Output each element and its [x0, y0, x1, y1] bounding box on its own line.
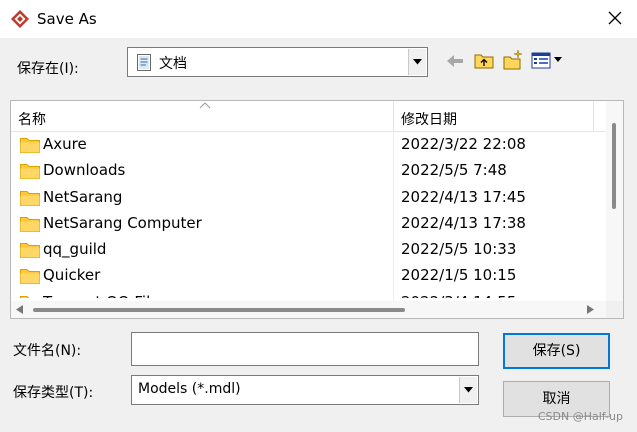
window-title: Save As	[37, 10, 97, 28]
document-folder-icon	[137, 54, 151, 71]
filetype-dropdown[interactable]: Models (*.mdl)	[131, 375, 479, 405]
close-icon[interactable]	[606, 9, 624, 27]
horizontal-scroll-thumb[interactable]	[33, 308, 405, 312]
file-name: qq_guild	[43, 240, 107, 259]
save-in-value: 文档	[159, 56, 187, 72]
file-name: Tencent QQ Files	[43, 293, 167, 298]
chevron-down-icon	[464, 387, 473, 393]
folder-icon	[20, 216, 40, 232]
file-date: 2022/5/5 7:48	[401, 161, 507, 180]
file-row[interactable]: Axure 2022/3/22 22:08	[11, 132, 607, 158]
file-name: NetSarang	[43, 187, 123, 206]
scroll-left-icon[interactable]	[16, 305, 23, 314]
vertical-scrollbar[interactable]	[606, 101, 623, 301]
column-header-date[interactable]: 修改日期	[401, 109, 457, 129]
filetype-dropdown-button[interactable]	[459, 377, 477, 403]
filename-input[interactable]	[131, 332, 479, 366]
chevron-down-icon	[413, 59, 422, 65]
back-arrow-icon[interactable]	[444, 50, 466, 72]
save-in-label: 保存在(I):	[17, 61, 79, 77]
file-date: 2022/4/13 17:38	[401, 213, 526, 232]
app-icon	[11, 10, 29, 28]
column-header-name[interactable]: 名称	[18, 109, 46, 129]
list-header: 名称 修改日期	[11, 101, 607, 132]
watermark: CSDN @Half-up	[537, 410, 623, 423]
file-date: 2022/3/22 22:08	[401, 135, 526, 153]
file-row[interactable]: Tencent QQ Files 2022/3/4 14:55	[11, 290, 607, 298]
save-in-dropdown[interactable]: 文档	[127, 47, 428, 77]
file-row[interactable]: Downloads 2022/5/5 7:48	[11, 158, 607, 184]
scroll-right-icon[interactable]	[587, 305, 594, 314]
column-divider[interactable]	[593, 101, 594, 131]
folder-icon	[20, 269, 40, 285]
file-row[interactable]: qq_guild 2022/5/5 10:33	[11, 237, 607, 263]
title-bar: Save As	[0, 0, 637, 38]
file-date: 2022/3/4 14:55	[401, 293, 516, 298]
new-folder-icon[interactable]	[502, 49, 524, 71]
sort-up-icon	[199, 102, 211, 109]
save-button[interactable]: 保存(S)	[503, 333, 610, 369]
filetype-label: 保存类型(T):	[13, 385, 94, 401]
file-date: 2022/1/5 10:15	[401, 266, 517, 285]
file-row[interactable]: NetSarang 2022/4/13 17:45	[11, 185, 607, 211]
vertical-scroll-thumb[interactable]	[612, 123, 616, 209]
folder-icon	[20, 164, 40, 180]
scroll-corner	[606, 301, 623, 318]
file-name: NetSarang Computer	[43, 213, 202, 232]
file-name: Downloads	[43, 161, 126, 180]
up-folder-icon[interactable]	[473, 49, 495, 71]
file-name: Quicker	[43, 266, 101, 285]
file-rows: Axure 2022/3/22 22:08 Downloads 2022/5/5 7:…	[11, 132, 607, 298]
filetype-value: Models (*.mdl)	[138, 381, 241, 397]
save-button-label: 保存(S)	[532, 343, 581, 359]
file-row[interactable]: NetSarang Computer 2022/4/13 17:38	[11, 211, 607, 237]
column-divider[interactable]	[393, 101, 394, 131]
save-in-dropdown-button[interactable]	[408, 49, 426, 75]
folder-icon	[20, 295, 40, 298]
view-menu-icon[interactable]	[531, 49, 567, 71]
file-row[interactable]: Quicker 2022/1/5 10:15	[11, 263, 607, 289]
folder-icon	[20, 190, 40, 206]
folder-icon	[20, 243, 40, 259]
file-list[interactable]: 名称 修改日期 Axure 2022/3/22 22:08 Downloads 202…	[10, 100, 624, 319]
file-date: 2022/5/5 10:33	[401, 240, 517, 259]
horizontal-scrollbar[interactable]	[11, 301, 607, 318]
filename-label: 文件名(N):	[13, 343, 82, 359]
file-name: Axure	[43, 135, 87, 153]
folder-icon	[20, 138, 40, 153]
file-date: 2022/4/13 17:45	[401, 187, 526, 206]
